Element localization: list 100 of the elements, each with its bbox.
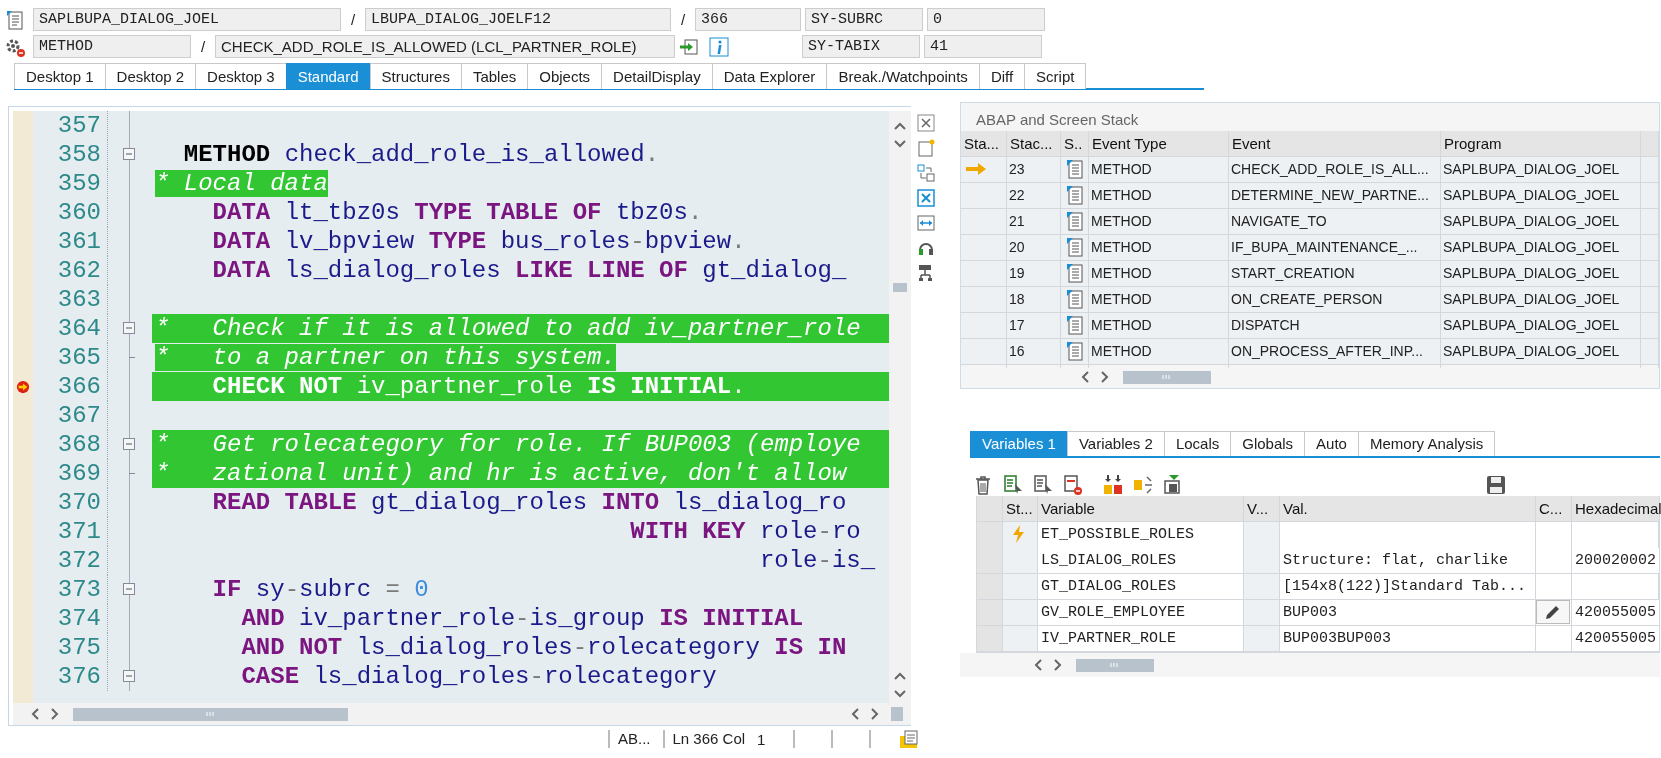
move-icon[interactable] bbox=[1133, 474, 1153, 496]
scroll-right-icon[interactable] bbox=[50, 708, 60, 720]
tab[interactable]: Diff bbox=[978, 63, 1026, 89]
line-number: 360 bbox=[57, 198, 101, 227]
column-header[interactable]: Stac... bbox=[1007, 131, 1061, 156]
table-row[interactable]: 19 METHOD START_CREATION SAPLBUPA_DIALOG_JOEL bbox=[961, 261, 1659, 287]
scroll-up-icon[interactable] bbox=[894, 121, 906, 131]
scrollbar-thumb[interactable] bbox=[1076, 658, 1154, 672]
scroll-right-icon[interactable] bbox=[1053, 659, 1063, 671]
info-icon[interactable] bbox=[709, 36, 729, 57]
column-header[interactable]: Event bbox=[1229, 131, 1441, 156]
table-cell: 16 bbox=[1007, 339, 1061, 368]
sync-icon[interactable] bbox=[917, 164, 935, 182]
code-line: DATA lv_bpview TYPE bus_roles-bpview. bbox=[211, 227, 747, 256]
tab[interactable]: Data Explorer bbox=[711, 63, 828, 89]
save-icon[interactable] bbox=[1485, 474, 1507, 496]
collapse-icon[interactable] bbox=[123, 322, 135, 334]
scrollbar[interactable] bbox=[960, 653, 1660, 677]
tab[interactable]: Objects bbox=[527, 63, 603, 89]
scroll-left-icon[interactable] bbox=[850, 708, 860, 720]
line-number: 359 bbox=[57, 169, 101, 198]
scroll-left-icon[interactable] bbox=[30, 708, 40, 720]
scrollbar[interactable] bbox=[13, 703, 911, 725]
scroll-left-icon[interactable] bbox=[1033, 659, 1043, 671]
column-header[interactable]: Variable bbox=[1038, 496, 1244, 521]
enter-arrow-icon[interactable] bbox=[679, 36, 699, 57]
table-row[interactable]: 20 METHOD IF_BUPA_MAINTENANCE_... SAPLBUPA_DIALOG_JOEL bbox=[961, 235, 1659, 261]
event-type-field: METHOD bbox=[33, 35, 191, 58]
hierarchy-icon[interactable] bbox=[917, 264, 935, 282]
column-header[interactable]: Program bbox=[1441, 131, 1641, 156]
collapse-icon[interactable] bbox=[123, 670, 135, 682]
code-editor[interactable] bbox=[13, 111, 889, 703]
table-cell: BUP003BUP003 bbox=[1280, 626, 1536, 651]
scrollbar-thumb[interactable] bbox=[1123, 370, 1211, 384]
new-document-icon[interactable] bbox=[917, 139, 935, 157]
scroll-down-icon[interactable] bbox=[894, 139, 906, 149]
scrollbar-thumb[interactable] bbox=[891, 707, 903, 721]
scroll-right-icon[interactable] bbox=[1100, 371, 1110, 383]
table-cell: METHOD bbox=[1089, 339, 1229, 368]
column-header[interactable]: S.. bbox=[1061, 131, 1089, 156]
close-icon[interactable] bbox=[917, 114, 935, 132]
tab[interactable]: Break./Watchpoints bbox=[826, 63, 980, 89]
table-row[interactable]: 22 METHOD DETERMINE_NEW_PARTNE... SAPLBUPA_DIALOG_JOEL bbox=[961, 183, 1659, 209]
tab[interactable]: Structures bbox=[369, 63, 462, 89]
table-cell: IV_PARTNER_ROLE bbox=[1038, 626, 1244, 651]
scrollbar[interactable] bbox=[889, 111, 911, 703]
collapse-icon[interactable] bbox=[123, 438, 135, 450]
tab[interactable]: Memory Analysis bbox=[1357, 431, 1496, 456]
line-number: 371 bbox=[57, 517, 101, 546]
table-row[interactable]: 21 METHOD NAVIGATE_TO SAPLBUPA_DIALOG_JOEL bbox=[961, 209, 1659, 235]
close-window-icon[interactable] bbox=[917, 189, 935, 207]
line-number: 374 bbox=[57, 604, 101, 633]
tab[interactable]: Desktop 3 bbox=[195, 63, 287, 89]
tab[interactable]: Desktop 1 bbox=[14, 63, 106, 89]
table-cell: SAPLBUPA_DIALOG_JOEL bbox=[1441, 339, 1641, 368]
scroll-up-icon[interactable] bbox=[894, 671, 906, 681]
scroll-left-icon[interactable] bbox=[1080, 371, 1090, 383]
scroll-down-icon[interactable] bbox=[894, 689, 906, 699]
collapse-icon[interactable] bbox=[123, 583, 135, 595]
line-number: 363 bbox=[57, 285, 101, 314]
system-field-value: 0 bbox=[927, 8, 1045, 31]
table-row[interactable]: 17 METHOD DISPATCH SAPLBUPA_DIALOG_JOEL bbox=[961, 313, 1659, 339]
line-number: 362 bbox=[57, 256, 101, 285]
filter-icon[interactable] bbox=[1163, 474, 1183, 496]
tab[interactable]: Script bbox=[1024, 63, 1087, 89]
column-header[interactable]: Sta... bbox=[961, 131, 1007, 156]
code-line: role-is_ bbox=[758, 546, 877, 575]
column-header[interactable]: Event Type bbox=[1089, 131, 1229, 156]
scrollbar-thumb[interactable] bbox=[73, 707, 348, 721]
tab[interactable]: Tables bbox=[460, 63, 529, 89]
scrollbar-thumb[interactable] bbox=[893, 283, 907, 292]
tab[interactable]: Desktop 2 bbox=[104, 63, 197, 89]
panel-title: ABAP and Screen Stack bbox=[975, 110, 1140, 130]
collapse-icon[interactable] bbox=[123, 148, 135, 160]
tab[interactable]: Variables 2 bbox=[1066, 431, 1165, 456]
column-header[interactable]: V... bbox=[1244, 496, 1280, 521]
line-number: 365 bbox=[57, 343, 101, 372]
column-header[interactable]: St... bbox=[1003, 496, 1038, 521]
table-row[interactable]: 23 METHOD CHECK_ADD_ROLE_IS_ALL... SAPLBUPA_DIALOG_JOEL bbox=[961, 157, 1659, 183]
table-row[interactable]: 16 METHOD ON_PROCESS_AFTER_INP... SAPLBUPA_DIALOG_JOEL bbox=[961, 339, 1659, 365]
scroll-right-icon[interactable] bbox=[870, 708, 880, 720]
column-header[interactable]: C... bbox=[1536, 496, 1572, 521]
status-text: 1 bbox=[757, 730, 766, 748]
column-header[interactable]: Val. bbox=[1280, 496, 1536, 521]
width-icon[interactable] bbox=[917, 214, 935, 232]
tab[interactable]: Variables 1 bbox=[970, 431, 1068, 456]
delete-row-icon[interactable] bbox=[1063, 474, 1083, 496]
notes-icon[interactable] bbox=[899, 729, 920, 749]
merge-arrows-icon[interactable] bbox=[1103, 474, 1123, 496]
tab[interactable]: Standard bbox=[285, 63, 371, 89]
status-text: AB... bbox=[608, 730, 659, 748]
system-field-value: 41 bbox=[924, 35, 1042, 58]
line-number: 375 bbox=[57, 633, 101, 662]
line-number: 373 bbox=[57, 575, 101, 604]
document-icon bbox=[1066, 211, 1084, 231]
column-header[interactable]: Hexadecimal bbox=[1572, 496, 1661, 521]
document-icon[interactable] bbox=[4, 8, 26, 31]
tab[interactable]: DetailDisplay bbox=[601, 63, 713, 89]
table-row[interactable]: 18 METHOD ON_CREATE_PERSON SAPLBUPA_DIALOG_JOEL bbox=[961, 287, 1659, 313]
trash-icon[interactable] bbox=[973, 474, 993, 496]
